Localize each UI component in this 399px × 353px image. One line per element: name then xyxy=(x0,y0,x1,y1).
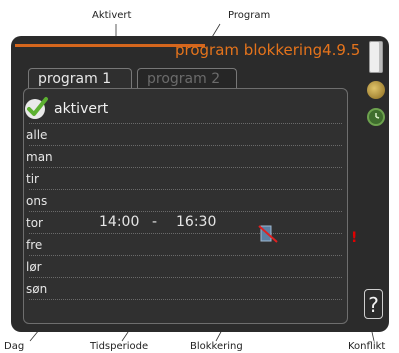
block-icon[interactable] xyxy=(257,224,279,244)
tab-program-1[interactable]: program 1 xyxy=(28,68,132,88)
day-row-alle[interactable]: alle xyxy=(26,128,47,142)
clock-icon[interactable] xyxy=(367,108,385,126)
thermometer-icon xyxy=(369,41,383,73)
time-separator: - xyxy=(152,214,158,230)
divider xyxy=(29,123,342,124)
divider xyxy=(29,299,342,300)
callout-konflikt: Konflikt xyxy=(348,341,386,352)
callout-program: Program xyxy=(228,10,271,21)
callout-tidsperiode: Tidsperiode xyxy=(90,341,149,352)
divider xyxy=(29,255,342,256)
screen-title: program blokkering4.9.5 xyxy=(175,41,361,59)
divider xyxy=(29,145,342,146)
day-row-man[interactable]: man xyxy=(26,150,53,164)
settings-icon[interactable] xyxy=(367,81,385,99)
divider xyxy=(29,277,342,278)
conflict-mark: ! xyxy=(351,230,358,246)
divider xyxy=(29,211,342,212)
device-display: program blokkering4.9.5 program 1 progra… xyxy=(11,36,389,332)
day-row-fre[interactable]: fre xyxy=(26,238,42,252)
check-icon xyxy=(25,97,48,119)
help-icon: ? xyxy=(368,293,379,317)
callout-blokkering: Blokkering xyxy=(190,341,243,352)
divider xyxy=(29,167,342,168)
day-row-ons[interactable]: ons xyxy=(26,194,47,208)
day-row-tir[interactable]: tir xyxy=(26,172,39,186)
activated-toggle[interactable]: aktivert xyxy=(24,96,344,124)
callout-aktivert: Aktivert xyxy=(92,10,132,21)
day-row-tor[interactable]: tor xyxy=(26,216,43,230)
help-button[interactable]: ? xyxy=(364,289,383,319)
divider xyxy=(29,233,342,234)
callout-dag: Dag xyxy=(4,341,25,352)
activated-label: aktivert xyxy=(54,101,109,117)
divider xyxy=(29,189,342,190)
tab-program-2[interactable]: program 2 xyxy=(137,68,237,88)
time-end[interactable]: 16:30 xyxy=(176,214,216,230)
day-row-lor[interactable]: lør xyxy=(26,260,42,274)
day-row-son[interactable]: søn xyxy=(26,282,47,296)
time-start[interactable]: 14:00 xyxy=(99,214,139,230)
